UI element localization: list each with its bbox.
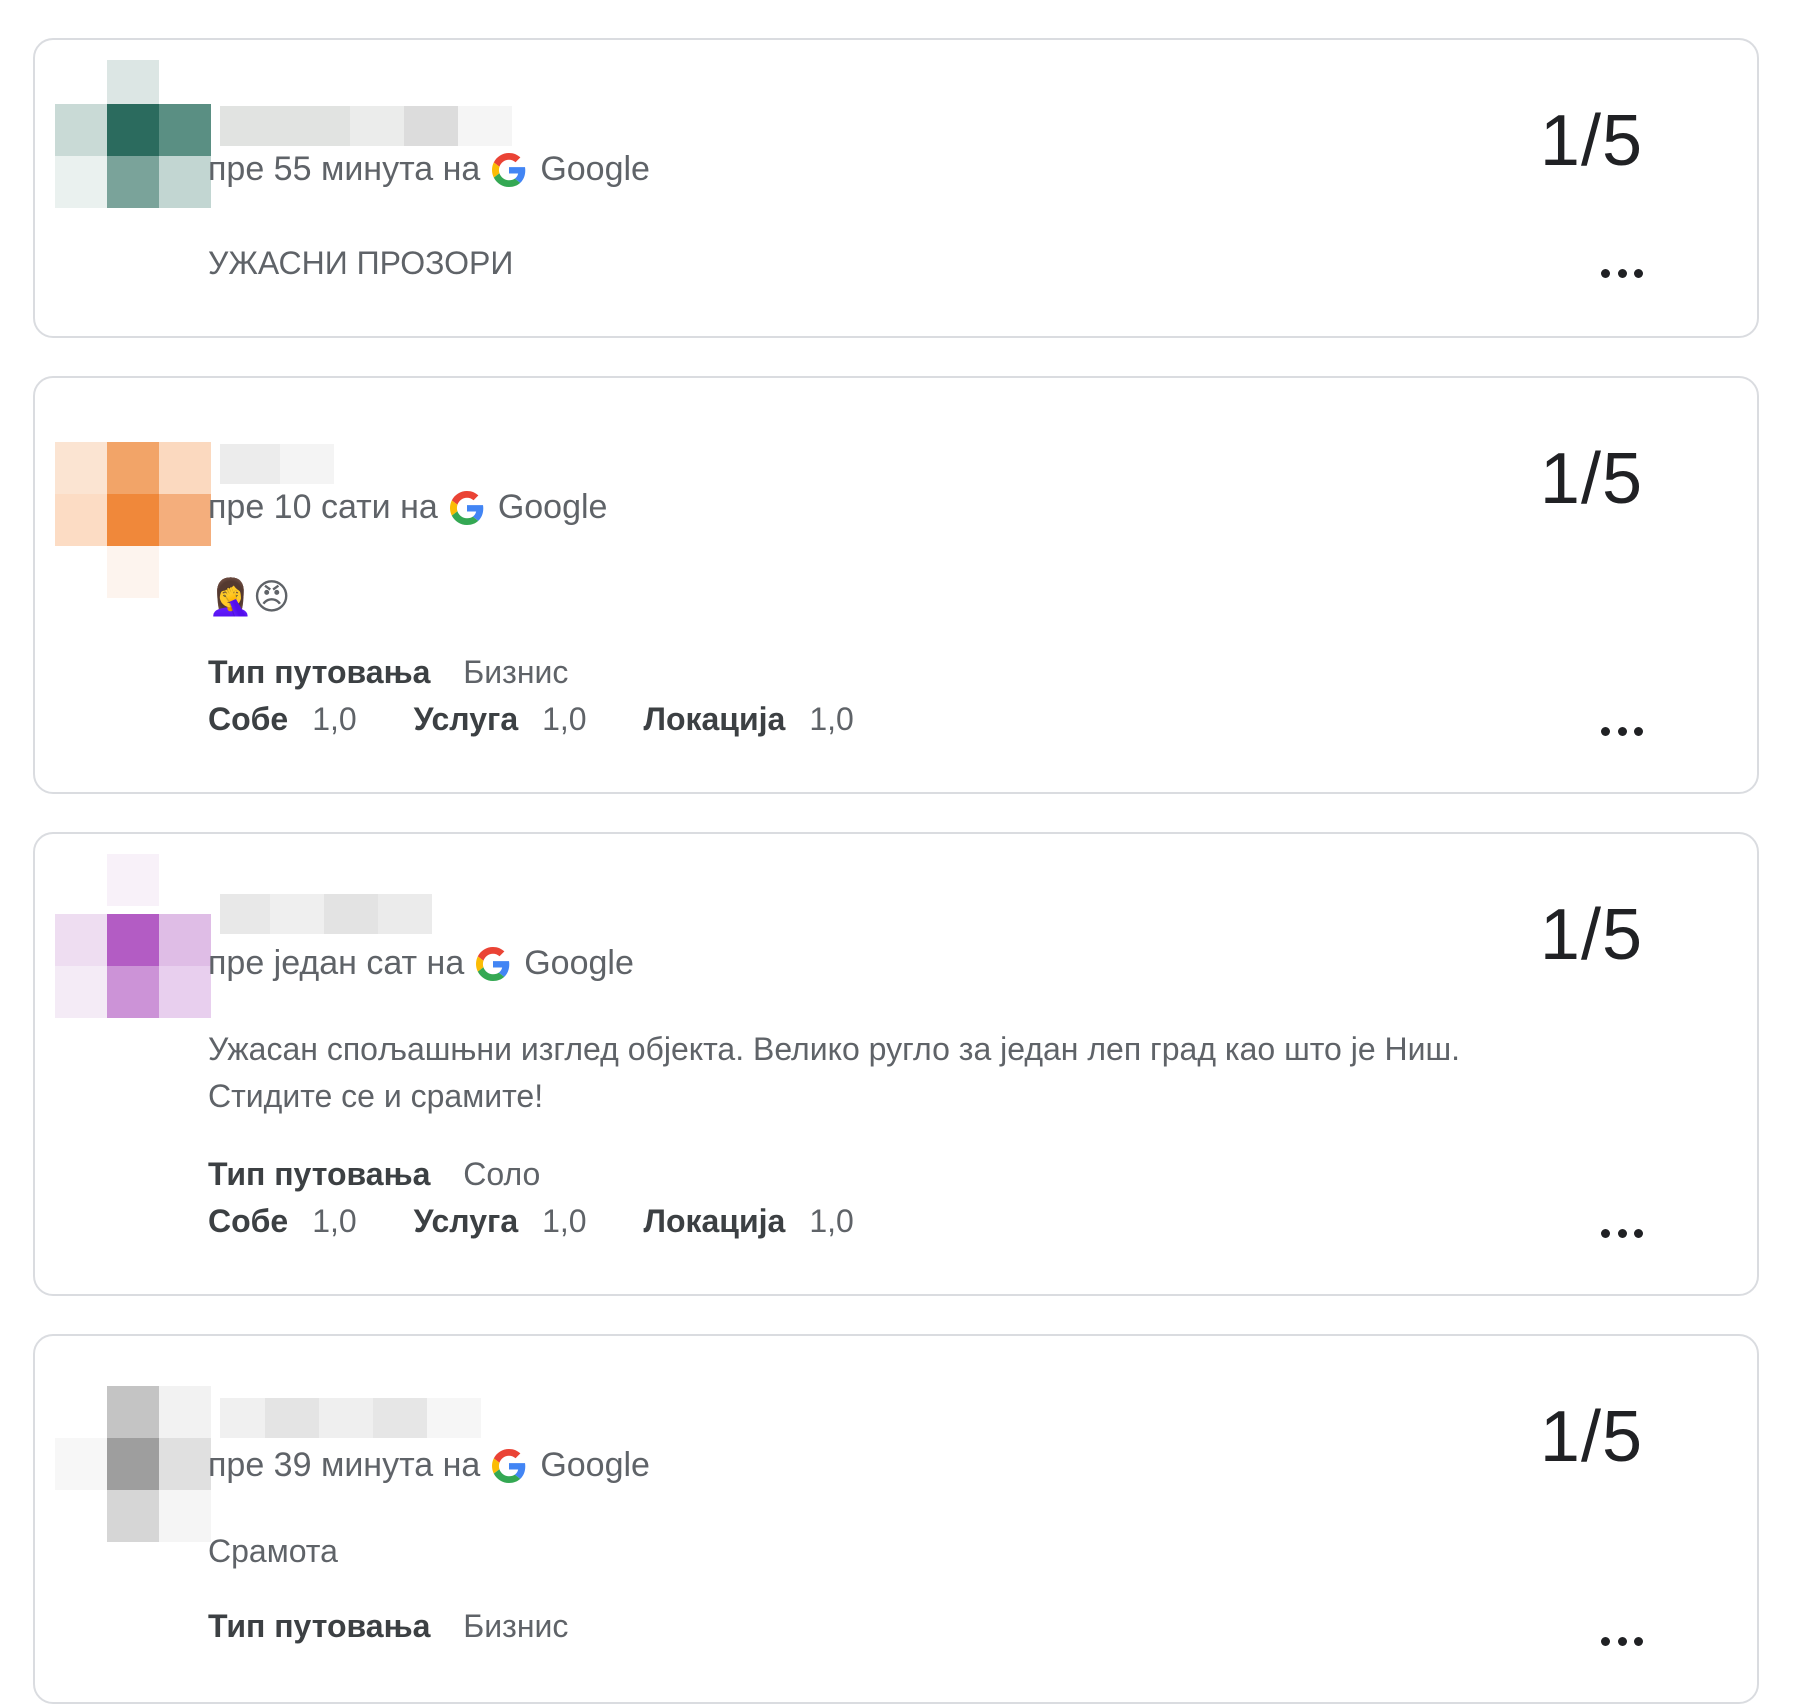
rating-label: Услуга [413,701,519,737]
rating-value: 1,0 [542,1203,587,1239]
rating-label: Услуга [413,1203,519,1239]
review-time: пре 10 сати на [208,488,438,526]
trip-type-row: Тип путовања Бизнис [208,1608,568,1645]
more-horizontal-icon[interactable] [1601,1226,1643,1240]
trip-type-value: Бизнис [463,654,569,690]
review-source[interactable]: Google [524,944,634,983]
rating-label: Собе [208,1203,289,1239]
avatar[interactable] [55,854,235,1154]
rating-label: Локација [643,1203,786,1239]
google-g-icon [492,152,526,187]
more-horizontal-icon[interactable] [1601,724,1643,738]
trip-type-value: Бизнис [463,1608,569,1644]
review-text: 🤦‍♀️😠 [208,577,291,618]
review-card: пре 10 сати на Google 1/5 🤦‍♀️😠 Тип путо… [33,376,1759,794]
review-source[interactable]: Google [540,150,650,189]
review-meta: пре 39 минута на Google [208,1446,650,1485]
avatar[interactable] [55,1356,235,1656]
review-score: 1/5 [1539,101,1643,181]
review-card: пре један сат на Google 1/5 Ужасан споља… [33,832,1759,1296]
review-time: пре 55 минута на [208,150,481,188]
avatar[interactable] [55,398,235,698]
review-meta: пре 10 сати на Google [208,488,607,527]
more-horizontal-icon[interactable] [1601,266,1643,280]
review-meta: пре један сат на Google [208,944,634,983]
avatar[interactable] [55,60,235,360]
google-g-icon [476,946,510,981]
trip-type-label: Тип путовања [208,1608,431,1644]
ratings-row: Собе 1,0 Услуга 1,0 Локација 1,0 [208,1203,854,1240]
google-g-icon [449,490,484,525]
review-source[interactable]: Google [540,1446,650,1485]
rating-label: Локација [643,701,786,737]
review-text: Срамота [208,1533,338,1569]
google-g-icon [492,1448,526,1483]
trip-type-row: Тип путовања Бизнис [208,654,568,691]
review-text: Ужасан спољашњни изглед објекта. Велико … [208,1031,1461,1114]
trip-type-row: Тип путовања Соло [208,1156,540,1193]
review-score: 1/5 [1539,439,1643,519]
review-meta: пре 55 минута на Google [208,150,650,189]
rating-value: 1,0 [542,701,587,737]
rating-value: 1,0 [312,701,357,737]
more-horizontal-icon[interactable] [1601,1634,1643,1648]
rating-value: 1,0 [809,701,854,737]
rating-value: 1,0 [809,1203,854,1239]
review-score: 1/5 [1539,895,1643,975]
trip-type-label: Тип путовања [208,654,431,690]
review-source[interactable]: Google [498,488,608,527]
trip-type-label: Тип путовања [208,1156,431,1192]
trip-type-value: Соло [463,1156,541,1192]
rating-value: 1,0 [312,1203,357,1239]
rating-label: Собе [208,701,289,737]
review-card: пре 39 минута на Google 1/5 Срамота Тип … [33,1334,1759,1704]
review-time: пре један сат на [208,944,465,982]
review-text: УЖАСНИ ПРОЗОРИ [208,245,514,281]
review-score: 1/5 [1539,1397,1643,1477]
review-time: пре 39 минута на [208,1446,481,1484]
review-card: пре 55 минута на Google 1/5 УЖАСНИ ПРОЗО… [33,38,1759,338]
ratings-row: Собе 1,0 Услуга 1,0 Локација 1,0 [208,701,854,738]
